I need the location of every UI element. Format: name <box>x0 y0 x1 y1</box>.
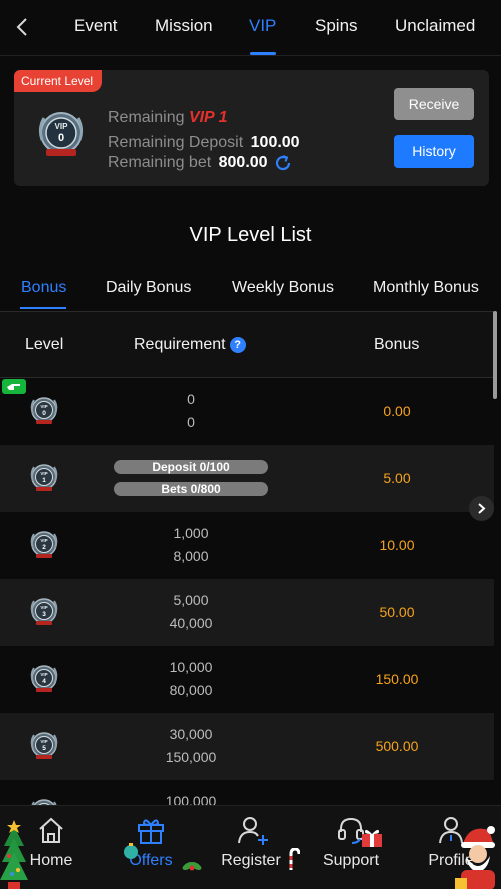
current-level-card: Current Level VIP 0 Remaining VIP 1 Rema… <box>14 70 489 186</box>
svg-text:VIP: VIP <box>55 122 69 131</box>
tab-vip[interactable]: VIP <box>249 16 276 36</box>
nav-register[interactable]: Register <box>206 806 296 886</box>
bet-requirement: 8,000 <box>173 548 209 564</box>
table-row: VIP 1 Deposit 0/100 Bets 0/800 5.00 <box>0 445 494 512</box>
active-subtab-indicator <box>20 307 66 309</box>
requirement-cell: Deposit 0/100 Bets 0/800 <box>110 445 272 512</box>
tab-unclaimed[interactable]: Unclaimed <box>395 16 475 36</box>
bet-requirement: 150,000 <box>165 749 217 765</box>
holly-icon <box>182 862 202 871</box>
next-vip-level: VIP 1 <box>188 109 228 126</box>
active-tab-indicator <box>250 52 276 55</box>
svg-text:VIP: VIP <box>40 605 47 610</box>
bonus-amount: 0.00 <box>383 403 411 419</box>
table-row: VIP 4 10,000 80,000 150.00 <box>0 646 494 713</box>
svg-text:5: 5 <box>42 745 46 752</box>
deposit-progress-pill: Deposit 0/100 <box>114 460 268 474</box>
deposit-requirement: 30,000 <box>169 726 213 742</box>
svg-text:VIP: VIP <box>40 739 47 744</box>
table-row: VIP 5 30,000 150,000 500.00 <box>0 713 494 780</box>
gift-box-icon <box>362 829 382 847</box>
add-user-icon <box>238 817 268 845</box>
vip-level-badge-icon: VIP 5 <box>30 732 58 759</box>
subtab-weekly-bonus[interactable]: Weekly Bonus <box>232 279 334 297</box>
svg-text:1: 1 <box>42 477 46 484</box>
candy-cane-icon <box>289 848 300 870</box>
bets-progress-pill: Bets 0/800 <box>114 482 268 496</box>
back-arrow-icon[interactable] <box>8 12 38 42</box>
svg-text:3: 3 <box>42 611 46 618</box>
vip-level-badge-icon: VIP 1 <box>30 464 58 491</box>
svg-text:VIP: VIP <box>40 538 47 543</box>
bonus-amount: 10.00 <box>379 537 415 553</box>
bonus-amount: 5.00 <box>383 470 411 486</box>
current-level-ribbon: Current Level <box>14 70 103 92</box>
refresh-icon[interactable] <box>273 153 293 173</box>
section-title: VIP Level List <box>189 224 312 246</box>
scrollbar[interactable] <box>493 311 497 399</box>
remaining-deposit-line: Remaining Deposit 100.00 <box>108 134 300 151</box>
remaining-bet-value: 800.00 <box>218 154 268 171</box>
col-level: Level <box>25 336 64 353</box>
tab-spins[interactable]: Spins <box>315 16 358 36</box>
vip-level-badge-icon: VIP 2 <box>30 531 58 558</box>
bet-requirement: 40,000 <box>169 615 213 631</box>
svg-text:0: 0 <box>42 410 46 417</box>
tab-mission[interactable]: Mission <box>155 16 213 36</box>
table-row: VIP 0 0 0 0.00 <box>0 378 494 445</box>
bet-requirement: 0 <box>187 414 195 430</box>
top-nav: Event Mission VIP Spins Unclaimed <box>0 0 501 56</box>
bonus-amount: 50.00 <box>379 604 415 620</box>
table-row: VIP 3 5,000 40,000 50.00 <box>0 579 494 646</box>
svg-text:VIP: VIP <box>40 404 47 409</box>
bottom-nav: Home Offers Register Support Profile <box>0 805 501 889</box>
gift-icon <box>138 819 164 844</box>
deposit-requirement: 0 <box>187 391 195 407</box>
scroll-right-button[interactable] <box>469 496 494 521</box>
vip-level-badge-icon: VIP 4 <box>30 665 58 692</box>
vip-badge-icon: VIP 0 <box>38 112 84 156</box>
col-requirement: Requirement? <box>134 336 246 354</box>
svg-text:2: 2 <box>42 544 46 551</box>
home-icon <box>39 817 63 843</box>
svg-text:VIP: VIP <box>40 672 47 677</box>
requirement-cell: 1,000 8,000 <box>110 512 272 579</box>
requirement-cell: 30,000 150,000 <box>110 713 272 780</box>
santa-icon <box>455 826 495 889</box>
deposit-requirement: 1,000 <box>173 525 209 541</box>
current-level-hand-icon <box>2 379 26 394</box>
history-button[interactable]: History <box>394 135 474 168</box>
requirement-cell: 5,000 40,000 <box>110 579 272 646</box>
table-row: VIP 2 1,000 8,000 10.00 <box>0 512 494 579</box>
ornament-icon <box>124 843 138 859</box>
table-row: VIP 6 100,000 <box>0 780 494 826</box>
bonus-amount: 150.00 <box>375 671 419 687</box>
col-bonus: Bonus <box>374 336 420 353</box>
svg-text:4: 4 <box>42 678 46 685</box>
vip-level-badge-icon: VIP 3 <box>30 598 58 625</box>
vip-level-badge-icon: VIP 0 <box>30 397 58 424</box>
christmas-tree-icon <box>0 820 28 889</box>
deposit-requirement: 5,000 <box>173 592 209 608</box>
svg-text:0: 0 <box>58 132 64 144</box>
help-icon[interactable]: ? <box>229 337 246 353</box>
bet-requirement: 80,000 <box>169 682 213 698</box>
remaining-vip-line: Remaining VIP 1 <box>108 109 228 126</box>
subtab-daily-bonus[interactable]: Daily Bonus <box>106 279 191 297</box>
requirement-cell: 10,000 80,000 <box>110 646 272 713</box>
receive-button[interactable]: Receive <box>394 88 474 120</box>
subtab-monthly-bonus[interactable]: Monthly Bonus <box>373 279 479 297</box>
requirement-cell: 0 0 <box>110 378 272 445</box>
subtab-bonus[interactable]: Bonus <box>21 279 66 297</box>
remaining-bet-line: Remaining bet 800.00 <box>108 154 268 171</box>
svg-text:VIP: VIP <box>40 471 47 476</box>
remaining-deposit-value: 100.00 <box>250 134 300 151</box>
table-header: Level Requirement? Bonus <box>0 311 494 378</box>
deposit-requirement: 10,000 <box>169 659 213 675</box>
bonus-amount: 500.00 <box>375 738 419 754</box>
tab-event[interactable]: Event <box>74 16 117 36</box>
